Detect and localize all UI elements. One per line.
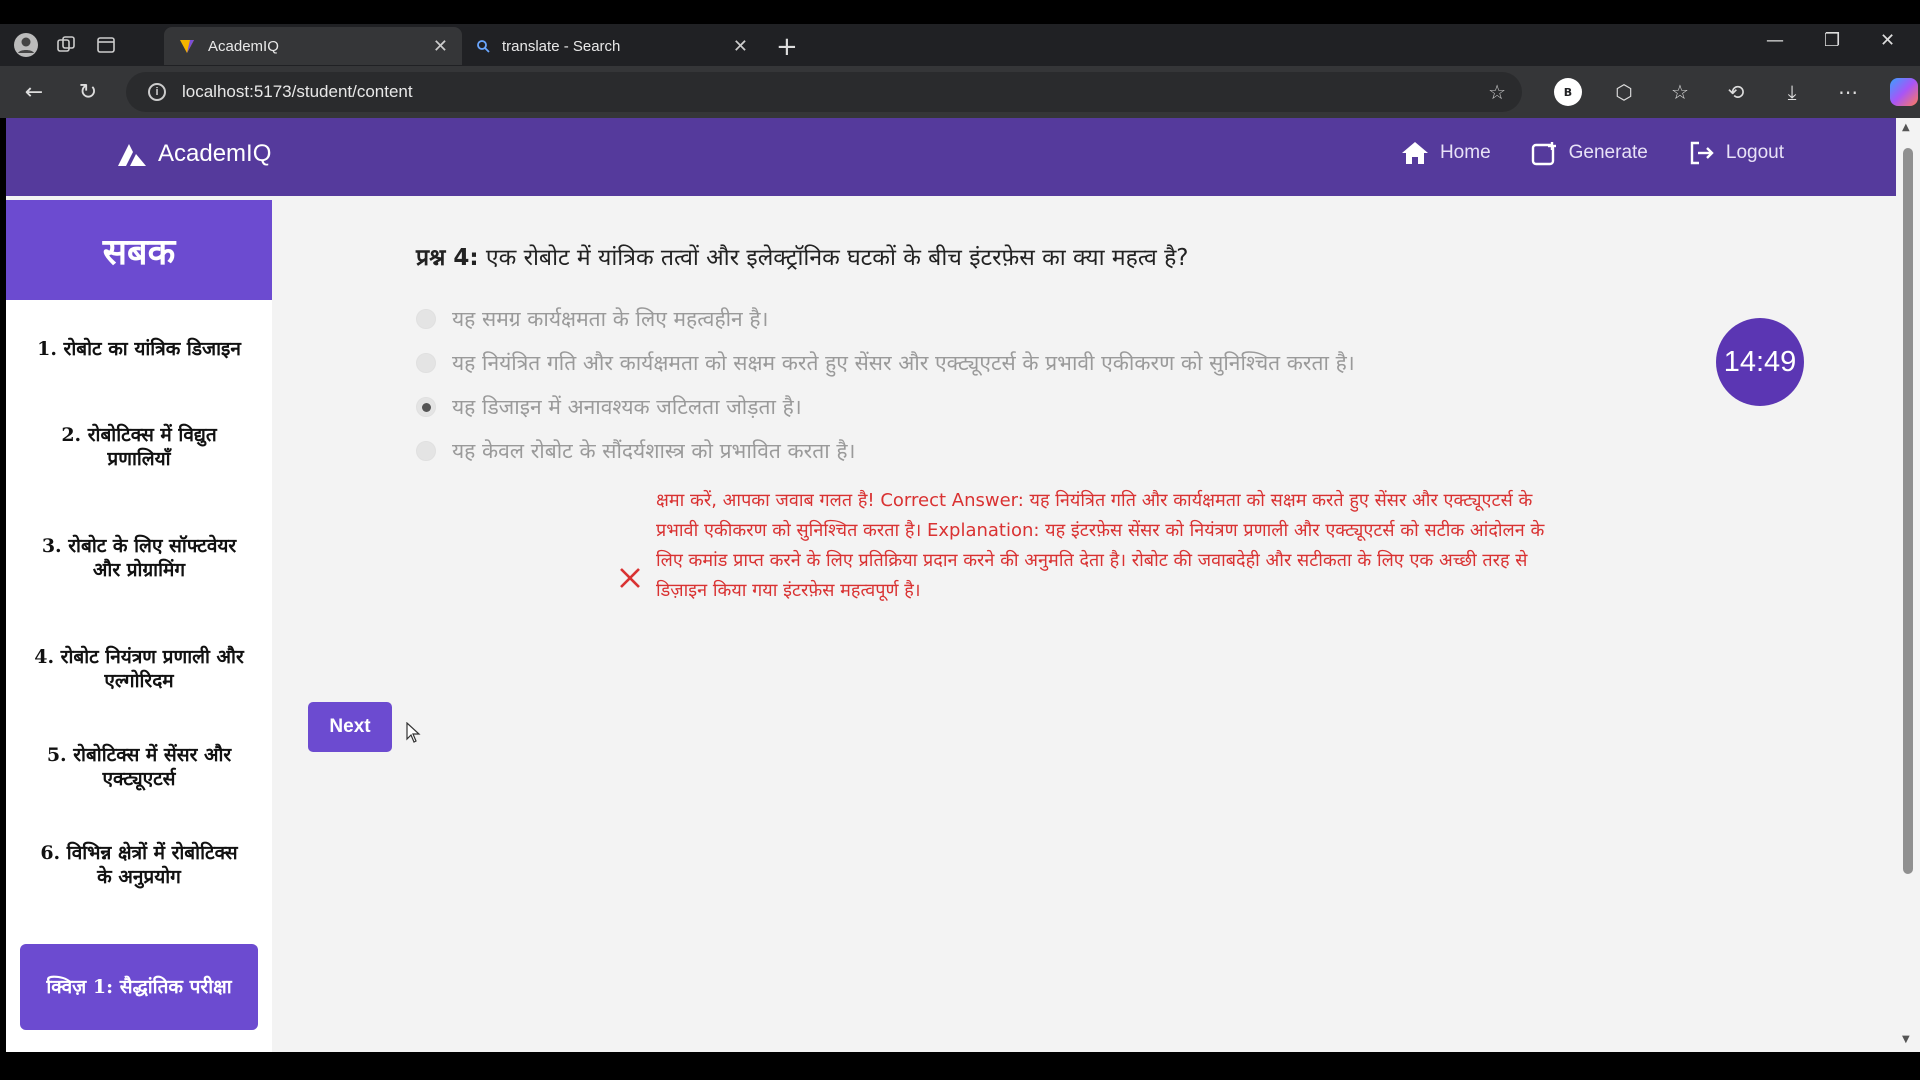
more-icon[interactable]: ⋯ xyxy=(1820,80,1876,104)
restore-icon[interactable]: ❐ xyxy=(1824,30,1840,51)
history-icon[interactable]: ⟲ xyxy=(1708,80,1764,104)
nav-links: Home Generate Logout xyxy=(1360,140,1784,166)
tab-academiq[interactable]: AcademIQ ✕ xyxy=(164,27,462,65)
new-tab-button[interactable]: + xyxy=(776,32,798,62)
answer-option-1[interactable]: यह समग्र कार्यक्षमता के लिए महत्वहीन है। xyxy=(416,305,768,333)
profile-button[interactable]: B xyxy=(1540,78,1596,106)
tab-title: AcademIQ xyxy=(208,37,279,55)
search-favicon-icon xyxy=(477,40,490,53)
option-radio[interactable] xyxy=(416,309,436,329)
scrollbar-thumb[interactable] xyxy=(1903,148,1913,874)
mouse-cursor-icon xyxy=(406,722,421,743)
sidebar-item-lesson-2[interactable]: 2. रोबोटिक्स में विद्युत प्रणालियाँ xyxy=(6,398,272,496)
scroll-down-icon[interactable]: ▼ xyxy=(1902,1034,1910,1045)
close-tab-icon[interactable]: ✕ xyxy=(733,36,748,57)
option-text: यह डिजाइन में अनावश्यक जटिलता जोड़ता है। xyxy=(452,395,802,419)
question-number: प्रश्न 4: xyxy=(416,245,479,271)
browser-chrome: AcademIQ ✕ translate - Search ✕ + — ❐ ✕ … xyxy=(0,24,1920,118)
nav-logout[interactable]: Logout xyxy=(1688,140,1784,166)
tab-translate-search[interactable]: translate - Search ✕ xyxy=(462,27,762,65)
url-text: localhost:5173/student/content xyxy=(182,82,413,101)
page-scrollbar[interactable]: ▲ ▼ xyxy=(1896,118,1920,1052)
option-text: यह केवल रोबोट के सौंदर्यशास्त्र को प्रभा… xyxy=(452,439,856,463)
nav-home-label: Home xyxy=(1439,142,1491,163)
sidebar-item-lesson-3[interactable]: 3. रोबोट के लिए सॉफ्टवेयर और प्रोग्रामिं… xyxy=(6,496,272,620)
nav-home[interactable]: Home xyxy=(1400,140,1491,166)
option-radio-selected[interactable] xyxy=(416,397,436,417)
refresh-icon[interactable]: ↻ xyxy=(70,74,106,110)
site-info-icon[interactable]: i xyxy=(148,83,166,101)
option-text: यह नियंत्रित गति और कार्यक्षमता को सक्षम… xyxy=(452,351,1355,375)
sidebar-item-lesson-4[interactable]: 4. रोबोट नियंत्रण प्रणाली और एल्गोरिदम xyxy=(6,620,272,718)
nav-generate[interactable]: Generate xyxy=(1531,140,1648,166)
lessons-sidebar: सबक 1. रोबोट का यांत्रिक डिजाइन 2. रोबोट… xyxy=(6,200,272,1052)
close-window-icon[interactable]: ✕ xyxy=(1880,30,1895,51)
address-bar[interactable]: i localhost:5173/student/content ☆ xyxy=(126,72,1522,112)
tab-title: translate - Search xyxy=(502,37,621,55)
tab-strip: AcademIQ ✕ translate - Search ✕ + — ❐ ✕ xyxy=(0,24,1920,66)
academiq-logo-icon xyxy=(118,144,146,166)
favorite-star-icon[interactable]: ☆ xyxy=(1488,80,1506,105)
next-button[interactable]: Next xyxy=(308,702,392,752)
sidebar-item-quiz-1[interactable]: क्विज़ 1: सैद्धांतिक परीक्षा xyxy=(20,944,258,1030)
vertical-tabs-icon[interactable] xyxy=(92,31,120,59)
page-viewport: AcademIQ Home Generate Logout सबक 1. रोब… xyxy=(6,118,1896,1052)
feedback-text: क्षमा करें, आपका जवाब गलत है! Correct An… xyxy=(656,490,1545,601)
app-navbar: AcademIQ Home Generate Logout xyxy=(6,118,1896,196)
option-radio[interactable] xyxy=(416,353,436,373)
profile-icon[interactable] xyxy=(12,31,40,59)
question: प्रश्न 4: एक रोबोट में यांत्रिक तत्वों औ… xyxy=(416,240,1189,272)
logout-icon xyxy=(1690,141,1714,165)
incorrect-x-icon xyxy=(620,568,640,588)
brand[interactable]: AcademIQ xyxy=(116,140,271,168)
countdown-timer: 14:49 xyxy=(1716,318,1804,406)
home-icon xyxy=(1401,142,1428,164)
toolbar-icons: B ⬡ ☆ ⟲ ⤓ ⋯ xyxy=(1540,72,1920,112)
question-text: एक रोबोट में यांत्रिक तत्वों और इलेक्ट्र… xyxy=(485,245,1189,271)
generate-icon xyxy=(1531,142,1556,166)
nav-generate-label: Generate xyxy=(1568,142,1648,163)
answer-option-2[interactable]: यह नियंत्रित गति और कार्यक्षमता को सक्षम… xyxy=(416,349,1355,377)
brand-name: AcademIQ xyxy=(158,140,272,167)
nav-logout-label: Logout xyxy=(1725,142,1784,163)
back-icon[interactable]: ← xyxy=(16,74,52,110)
screen-bottom-bar xyxy=(0,1052,1920,1080)
sidebar-item-lesson-5[interactable]: 5. रोबोटिक्स में सेंसर और एक्ट्यूएटर्स xyxy=(6,718,272,816)
sidebar-item-lesson-6[interactable]: 6. विभिन्न क्षेत्रों में रोबोटिक्स के अन… xyxy=(6,816,272,914)
screen-top-bar xyxy=(0,0,1920,24)
academiq-favicon-icon xyxy=(180,40,194,53)
option-radio[interactable] xyxy=(416,441,436,461)
copilot-icon[interactable] xyxy=(1876,78,1920,106)
address-row: ← ↻ i localhost:5173/student/content ☆ B… xyxy=(0,66,1920,118)
close-tab-icon[interactable]: ✕ xyxy=(433,36,448,57)
answer-option-3[interactable]: यह डिजाइन में अनावश्यक जटिलता जोड़ता है। xyxy=(416,393,802,421)
downloads-icon[interactable]: ⤓ xyxy=(1764,80,1820,104)
option-text: यह समग्र कार्यक्षमता के लिए महत्वहीन है। xyxy=(452,307,769,331)
extensions-icon[interactable]: ⬡ xyxy=(1596,80,1652,104)
favorites-icon[interactable]: ☆ xyxy=(1652,80,1708,104)
scroll-up-icon[interactable]: ▲ xyxy=(1902,122,1910,133)
workspaces-icon[interactable] xyxy=(52,31,80,59)
quiz-content: प्रश्न 4: एक रोबोट में यांत्रिक तत्वों औ… xyxy=(272,200,1896,1052)
answer-option-4[interactable]: यह केवल रोबोट के सौंदर्यशास्त्र को प्रभा… xyxy=(416,437,855,465)
minimize-icon[interactable]: — xyxy=(1766,30,1784,51)
sidebar-item-lesson-1[interactable]: 1. रोबोट का यांत्रिक डिजाइन xyxy=(6,300,272,398)
sidebar-title: सबक xyxy=(6,200,272,300)
